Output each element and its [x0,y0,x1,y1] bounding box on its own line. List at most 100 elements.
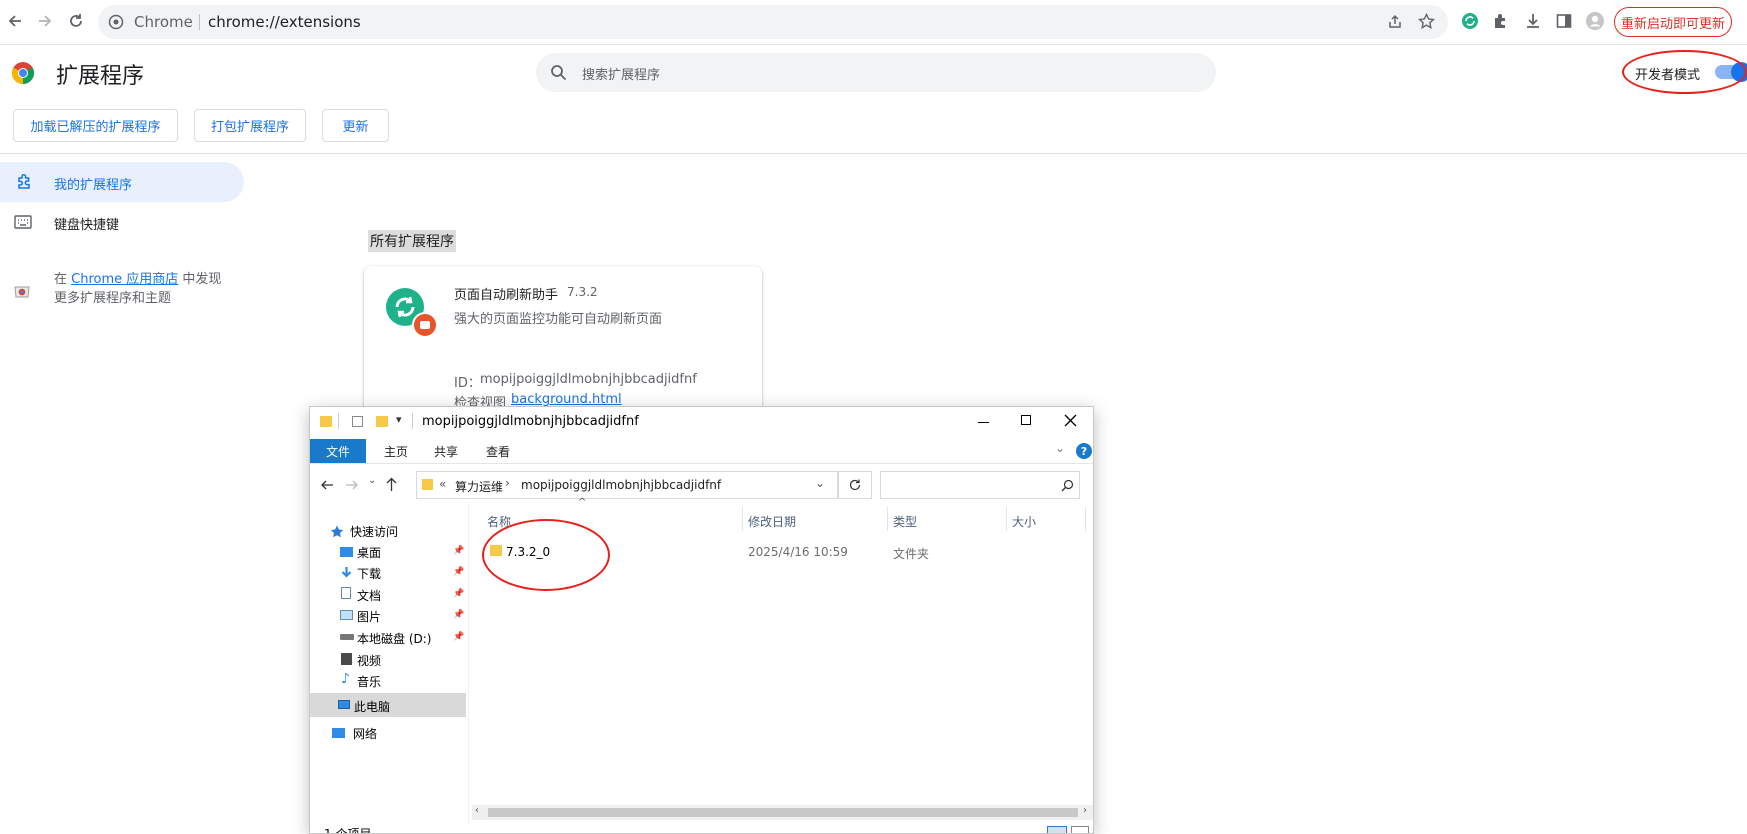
profile-button[interactable] [1580,6,1610,36]
share-icon[interactable] [1387,14,1403,30]
column-divider[interactable] [887,507,888,531]
details-view-icon[interactable] [1047,826,1067,833]
reload-button[interactable] [61,6,91,36]
forward-button[interactable] [30,6,60,36]
minimize-icon[interactable] [978,422,989,423]
chrome-logo-icon [12,62,34,84]
chrome-page-icon [108,14,124,30]
help-icon[interactable]: ? [1076,443,1092,459]
update-extensions-button[interactable]: 更新 [322,109,389,142]
title-separator [412,413,413,429]
refresh-extension-icon [1462,13,1478,29]
nav-local-disk-d[interactable]: 本地磁盘 (D:) [357,630,431,647]
large-icons-view-icon[interactable] [1071,826,1089,833]
nav-this-pc: 此电脑 [354,700,391,714]
nav-videos[interactable]: 视频 [357,652,381,669]
scrollbar-thumb[interactable] [488,808,1078,817]
bookmark-star-icon[interactable] [1418,13,1435,30]
site-label: Chrome [134,13,193,31]
address-bar[interactable]: Chrome chrome://extensions [98,5,1448,39]
ribbon-tab-home[interactable]: 主页 [374,439,418,463]
address-dropdown-icon[interactable]: ⌄ [815,476,825,490]
breadcrumb-overflow[interactable]: « [439,477,446,491]
nav-music[interactable]: 音乐 [357,673,381,690]
nav-downloads[interactable]: 下载 [357,565,381,582]
annotation-circle-folder [482,519,610,591]
videos-icon [341,653,352,665]
scroll-right-icon[interactable]: › [1083,805,1087,816]
back-arrow-icon[interactable] [320,478,334,492]
extension-id: mopijpoiggjldlmobnjhjbbcadjidfnf [480,372,697,387]
extensions-menu-button[interactable] [1486,6,1516,36]
ribbon-tab-share[interactable]: 共享 [424,439,468,463]
row-date: 2025/4/16 10:59 [748,545,848,559]
column-divider[interactable] [1085,507,1086,531]
extensions-search-input[interactable]: 搜索扩展程序 [536,53,1216,92]
pin-icon: 📌 [453,632,465,642]
file-explorer-window: ▾ mopijpoiggjldlmobnjhjbbcadjidfnf 文件 主页… [309,406,1094,834]
up-arrow-icon[interactable] [385,477,398,492]
address-bar[interactable]: « 算力运维 › mopijpoiggjldlmobnjhjbbcadjidfn… [416,471,838,499]
window-title: mopijpoiggjldlmobnjhjbbcadjidfnf [422,414,639,429]
puzzle-outline-icon [18,173,30,189]
column-header-date[interactable]: 修改日期 [748,513,796,530]
background-page-link[interactable]: background.html [511,392,622,407]
maximize-icon[interactable] [1021,415,1031,425]
camera-badge-icon [412,312,438,338]
nav-documents[interactable]: 文档 [357,587,381,604]
extension-refresh-button[interactable] [1455,6,1485,36]
downloads-button[interactable] [1518,6,1548,36]
nav-pictures[interactable]: 图片 [357,608,381,625]
quick-access-dropdown-icon[interactable]: ▾ [396,413,402,426]
camera-body [420,321,430,329]
column-header-size[interactable]: 大小 [1012,513,1036,530]
folder-icon [422,479,433,490]
puzzle-icon [1495,14,1505,28]
nav-network[interactable]: 网络 [353,725,377,742]
properties-quick-icon[interactable] [352,416,363,427]
promo-prefix: 在 [54,272,68,287]
recent-locations-icon[interactable]: ⌄ [368,475,376,486]
pack-extension-button[interactable]: 打包扩展程序 [194,109,306,142]
back-button[interactable] [0,6,30,36]
sidebar-item-shortcuts[interactable]: 键盘快捷键 [0,202,244,242]
column-divider[interactable] [1006,507,1007,531]
column-header-type[interactable]: 类型 [893,513,917,530]
folder-search-input[interactable] [880,471,1080,499]
annotation-circle-devmode [1622,50,1747,94]
load-unpacked-button[interactable]: 加载已解压的扩展程序 [13,109,178,142]
chrome-web-store-link[interactable]: Chrome 应用商店 [71,272,178,287]
breadcrumb-parent[interactable]: 算力运维 [455,478,503,495]
nav-desktop[interactable]: 桌面 [357,544,381,561]
url-text[interactable]: chrome://extensions [208,13,361,31]
horizontal-scrollbar[interactable]: ‹ › [472,805,1093,820]
ribbon-tab-view[interactable]: 查看 [476,439,520,463]
pane-divider [468,503,469,825]
breadcrumb-chevron-icon: › [505,476,510,490]
promo-line2: 更多扩展程序和主题 [54,291,172,306]
web-store-icon [14,286,30,298]
extension-id-label: ID： [454,376,481,391]
web-store-promo: 在 Chrome 应用商店 中发现 更多扩展程序和主题 [54,270,221,308]
forward-arrow-icon[interactable] [345,478,359,492]
sidebar-item-my-extensions[interactable]: 我的扩展程序 [0,162,244,202]
folder-icon [320,416,332,427]
desktop-icon [340,547,353,557]
close-icon[interactable] [1064,414,1077,427]
relaunch-update-button[interactable]: 重新启动即可更新 [1614,7,1732,37]
download-arrow-icon [341,567,352,578]
nav-this-pc-selected[interactable]: 此电脑 [310,693,466,717]
breadcrumb-current[interactable]: mopijpoiggjldlmobnjhjbbcadjidfnf [521,478,721,492]
pictures-icon [340,610,353,620]
sidebar-item-label: 键盘快捷键 [54,218,120,233]
ribbon-expand-icon[interactable]: ⌄ [1055,441,1065,455]
drive-icon [340,634,354,640]
refresh-button[interactable] [838,471,872,499]
column-divider[interactable] [742,507,743,531]
nav-quick-access[interactable]: 快速访问 [350,523,398,540]
extension-version: 7.3.2 [567,285,598,299]
new-folder-quick-icon[interactable] [376,416,388,427]
ribbon-tab-file[interactable]: 文件 [310,439,366,463]
scroll-left-icon[interactable]: ‹ [475,805,479,816]
side-panel-button[interactable] [1549,6,1579,36]
